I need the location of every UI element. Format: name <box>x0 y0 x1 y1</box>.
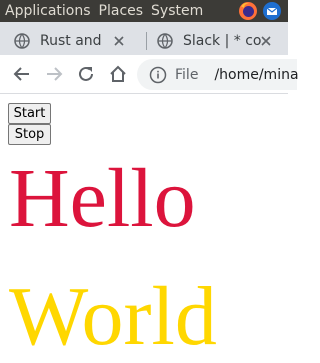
scheme-label: File <box>175 66 199 83</box>
tab-strip: Rust and C Slack | * co <box>0 22 288 55</box>
tab-separator <box>146 32 147 50</box>
browser-toolbar: File /home/mina <box>0 55 299 94</box>
page-content: Start Stop Hello World <box>0 95 288 361</box>
applications-menu[interactable]: Applications <box>0 0 95 22</box>
info-icon[interactable] <box>149 66 167 84</box>
stop-button[interactable]: Stop <box>8 124 51 145</box>
hello-text: Hello <box>9 152 196 245</box>
system-menu[interactable]: System <box>147 0 207 22</box>
world-text: World <box>9 270 217 363</box>
globe-icon <box>157 32 173 49</box>
start-button[interactable]: Start <box>8 103 51 124</box>
close-tab-icon[interactable] <box>112 34 126 48</box>
url-text[interactable]: /home/mina <box>214 67 298 83</box>
tab-title: Slack | * co <box>183 32 261 49</box>
places-menu[interactable]: Places <box>95 0 148 22</box>
tab-rust[interactable]: Rust and C <box>14 26 140 55</box>
back-arrow-icon[interactable] <box>12 64 32 84</box>
forward-arrow-icon[interactable] <box>44 64 64 84</box>
close-tab-icon[interactable] <box>259 34 273 48</box>
home-icon[interactable] <box>108 64 128 84</box>
tab-title: Rust and C <box>40 32 106 49</box>
reload-icon[interactable] <box>76 64 96 84</box>
address-bar[interactable]: File /home/mina <box>137 59 299 90</box>
tab-slack[interactable]: Slack | * co <box>157 26 288 55</box>
firefox-icon[interactable] <box>238 1 258 21</box>
thunderbird-icon[interactable] <box>262 1 282 21</box>
desktop-top-panel: Applications Places System <box>0 0 288 22</box>
globe-icon <box>14 32 30 49</box>
